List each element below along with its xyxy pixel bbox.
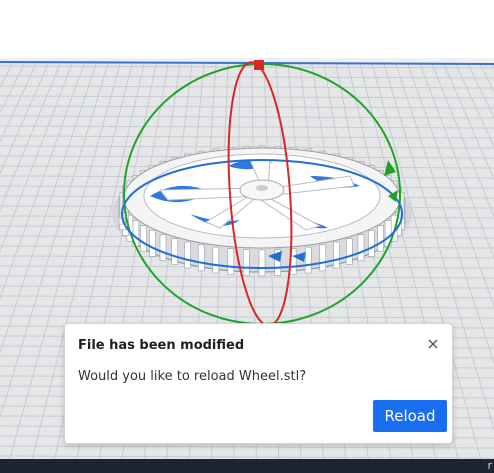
gear-tooth <box>159 234 167 262</box>
sky-area <box>0 0 494 58</box>
gear-tooth <box>171 238 179 265</box>
gear-tooth <box>258 249 266 277</box>
reload-button[interactable]: Reload <box>373 400 447 432</box>
gear-tooth <box>140 225 147 252</box>
gear-tooth <box>368 230 375 257</box>
dialog-message: Would you like to reload Wheel.stl? <box>78 369 307 384</box>
gear-tooth <box>243 249 250 276</box>
gear-tooth <box>377 225 384 252</box>
gear-tooth <box>333 241 340 269</box>
hub-hole <box>256 185 268 191</box>
rotate-x-handle <box>254 60 264 70</box>
bottom-strip: r <box>0 459 494 473</box>
gear-tooth <box>227 248 235 275</box>
dialog-title: File has been modified <box>78 338 245 353</box>
gear-wheel-model <box>118 145 406 277</box>
gear-tooth <box>357 234 365 262</box>
gear-tooth <box>345 238 353 265</box>
corner-text: r <box>487 459 492 472</box>
gear-tooth <box>149 230 156 257</box>
close-icon[interactable] <box>424 335 442 353</box>
gear-tooth <box>212 246 220 274</box>
gear-tooth <box>304 246 312 274</box>
gear-tooth <box>184 241 191 269</box>
file-modified-dialog: File has been modified Would you like to… <box>64 323 453 444</box>
gear-tooth <box>197 244 205 272</box>
gear-tooth <box>319 244 327 272</box>
